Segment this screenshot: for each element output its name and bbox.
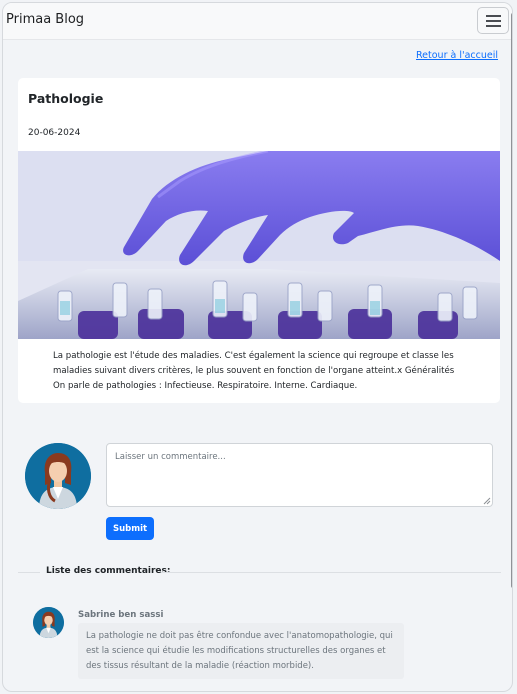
navbar-toggler-button[interactable] [477,7,509,34]
post-body: La pathologie est l'étude des maladies. … [53,351,455,391]
hamburger-menu-icon [486,20,501,22]
hamburger-menu-icon [486,25,501,27]
brand-logo[interactable]: Primaa Blog [6,12,84,27]
comment-text: La pathologie ne doit pas être confondue… [86,631,393,671]
submit-button[interactable]: Submit [106,517,154,540]
avatar-illustration [25,443,91,509]
comment-author: Sabrine ben sassi [78,610,164,620]
post-date: 20-06-2024 [28,128,81,138]
divider [18,572,40,573]
comments-list-title: Liste des commentaires: [46,566,171,576]
comment-item: La pathologie ne doit pas être confondue… [78,623,404,679]
back-to-home-link[interactable]: Retour à l'accueil [416,50,498,61]
divider [161,572,501,573]
post-image [18,151,500,339]
scrollbar-thumb[interactable] [511,13,512,588]
user-avatar-icon [25,443,91,509]
post-card: Pathologie 20-06-2024 La pathologie est … [18,78,500,403]
hamburger-menu-icon [486,15,501,17]
avatar-illustration [33,607,64,638]
commenter-avatar-icon [33,607,64,638]
navbar: Primaa Blog [3,3,512,40]
browser-frame: Primaa Blog Retour à l'accueil Pathologi… [2,2,513,692]
comment-input[interactable] [106,443,493,507]
post-title: Pathologie [28,91,104,106]
lab-test-tubes-image [18,151,500,339]
resize-grip-icon[interactable] [483,497,491,505]
